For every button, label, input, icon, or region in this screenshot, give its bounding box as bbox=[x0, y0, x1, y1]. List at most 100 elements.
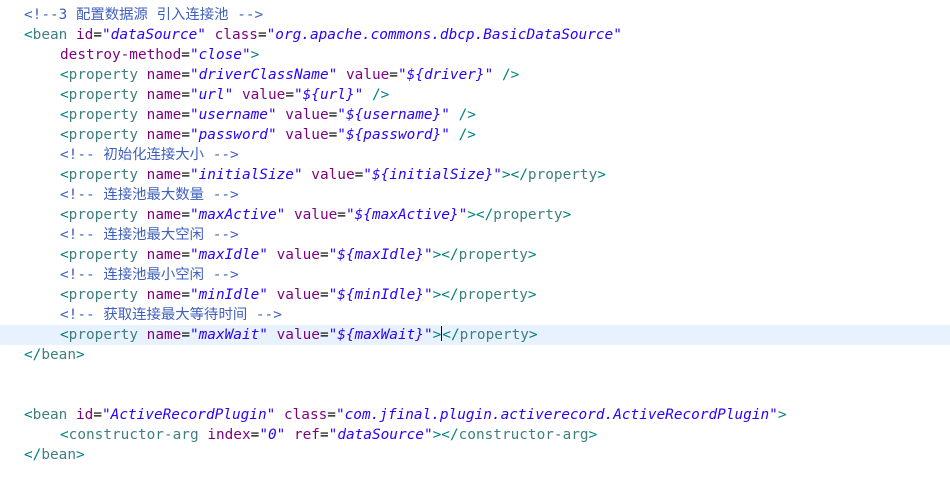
attr-name: value bbox=[285, 127, 329, 143]
tag-name: property bbox=[68, 167, 138, 183]
code-line-5: <property name="url" value="${url}" /> bbox=[60, 87, 390, 103]
attr-name: index bbox=[207, 427, 251, 443]
tag-bracket: < bbox=[60, 327, 69, 343]
attr-value: "com.jfinal.plugin.activerecord.ActiveRe… bbox=[335, 407, 778, 423]
xml-comment: <!-- 连接池最大数量 --> bbox=[60, 187, 239, 203]
attr-value: "${initialSize}" bbox=[363, 167, 502, 183]
tag-bracket: > bbox=[75, 347, 85, 363]
attr-name: name bbox=[146, 127, 182, 143]
xml-comment: <!-- 获取连接最大等待时间 --> bbox=[60, 307, 282, 323]
tag-name: property bbox=[68, 207, 138, 223]
attr-name: value bbox=[311, 167, 355, 183]
attr-value: "url" bbox=[189, 87, 234, 103]
tag-bracket: ></ bbox=[432, 427, 459, 443]
tag-bracket: > bbox=[777, 407, 787, 423]
tag-bracket: ></ bbox=[432, 247, 459, 263]
tag-bracket: < bbox=[60, 67, 69, 83]
attr-value: "username" bbox=[189, 107, 277, 123]
attr-value: "${maxActive}" bbox=[345, 207, 468, 223]
tag-bracket: > bbox=[597, 167, 606, 183]
tag-name: property bbox=[527, 167, 598, 183]
tag-name: bean bbox=[41, 347, 76, 363]
code-line-8: <!-- 初始化连接大小 --> bbox=[0, 145, 950, 165]
attr-value: "password" bbox=[189, 127, 277, 143]
attr-value: "close" bbox=[189, 47, 251, 63]
code-line-21: <bean id="ActiveRecordPlugin" class="com… bbox=[24, 407, 787, 423]
tag-bracket: /> bbox=[458, 107, 476, 123]
tag-name: constructor-arg bbox=[68, 427, 199, 443]
current-line-highlight: <property name="maxWait" value="${maxWai… bbox=[0, 325, 950, 345]
code-line-2: <bean id="dataSource" class="org.apache.… bbox=[24, 27, 622, 43]
attr-name: name bbox=[146, 287, 182, 303]
tag-name: property bbox=[68, 127, 138, 143]
attr-name: name bbox=[146, 107, 182, 123]
tag-bracket: ></ bbox=[432, 287, 459, 303]
tag-bracket: > bbox=[527, 287, 537, 303]
code-line-1: <!--3 配置数据源 引入连接池 --> bbox=[0, 5, 950, 25]
attr-value: "initialSize" bbox=[189, 167, 303, 183]
tag-bracket: </ bbox=[442, 327, 460, 343]
attr-name: value bbox=[276, 287, 320, 303]
attr-name: class bbox=[214, 27, 258, 43]
code-line-9: <property name="initialSize" value="${in… bbox=[60, 167, 606, 183]
attr-value: "org.apache.commons.dbcp.BasicDataSource… bbox=[266, 27, 622, 43]
tag-bracket: > bbox=[527, 247, 537, 263]
attr-name: name bbox=[146, 67, 182, 83]
tag-bracket: > bbox=[75, 447, 85, 463]
tag-name: constructor-arg bbox=[458, 427, 589, 443]
attr-name: value bbox=[241, 87, 286, 103]
attr-name: id bbox=[76, 407, 94, 423]
tag-bracket: < bbox=[60, 427, 69, 443]
tag-bracket: </ bbox=[24, 447, 42, 463]
tag-bracket: ></ bbox=[467, 207, 494, 223]
code-line-22: <constructor-arg index="0" ref="dataSour… bbox=[60, 427, 598, 443]
code-line-4: <property name="driverClassName" value="… bbox=[60, 67, 520, 83]
tag-bracket: < bbox=[60, 87, 69, 103]
tag-bracket: > bbox=[588, 427, 598, 443]
tag-bracket: < bbox=[60, 167, 69, 183]
attr-name: name bbox=[146, 167, 182, 183]
tag-name: bean bbox=[32, 407, 68, 423]
tag-name: property bbox=[458, 247, 528, 263]
tag-bracket: > bbox=[432, 327, 442, 343]
attr-name: name bbox=[146, 247, 182, 263]
code-line-23: </bean> bbox=[0, 445, 950, 465]
code-line-7: <property name="password" value="${passw… bbox=[60, 127, 476, 143]
tag-bracket: < bbox=[60, 207, 69, 223]
code-line-15: <property name="minIdle" value="${minIdl… bbox=[60, 287, 537, 303]
attr-name: value bbox=[276, 327, 320, 343]
code-line-10: <!-- 连接池最大数量 --> bbox=[0, 185, 950, 205]
attr-name: name bbox=[146, 207, 182, 223]
attr-name: ref bbox=[293, 427, 320, 443]
attr-name: id bbox=[76, 27, 94, 43]
tag-name: property bbox=[458, 287, 528, 303]
attr-value: "${driver}" bbox=[397, 67, 494, 83]
code-line-18: </bean> bbox=[0, 345, 950, 365]
tag-bracket: < bbox=[60, 127, 69, 143]
tag-bracket: < bbox=[60, 247, 69, 263]
code-line-14: <!-- 连接池最小空闲 --> bbox=[0, 265, 950, 285]
tag-name: property bbox=[68, 327, 138, 343]
attr-value: "ActiveRecordPlugin" bbox=[102, 407, 276, 423]
tag-bracket: /> bbox=[501, 67, 520, 83]
attr-value: "dataSource" bbox=[102, 27, 206, 43]
tag-bracket: /> bbox=[458, 127, 476, 143]
attr-name: destroy-method bbox=[60, 47, 182, 63]
attr-value: "0" bbox=[259, 427, 286, 443]
attr-name: value bbox=[345, 67, 390, 83]
tag-name: property bbox=[68, 67, 138, 83]
xml-comment: <!-- 连接池最大空闲 --> bbox=[60, 227, 239, 243]
tag-name: property bbox=[68, 247, 138, 263]
attr-value: "${url}" bbox=[293, 87, 364, 103]
tag-name: bean bbox=[32, 27, 68, 43]
code-editor[interactable]: <!--3 配置数据源 引入连接池 --> <bean id="dataSour… bbox=[0, 0, 950, 482]
tag-bracket: > bbox=[528, 327, 538, 343]
attr-value: "${maxIdle}" bbox=[328, 247, 433, 263]
code-line-16: <!-- 获取连接最大等待时间 --> bbox=[0, 305, 950, 325]
tag-bracket: < bbox=[24, 27, 33, 43]
code-line-12: <!-- 连接池最大空闲 --> bbox=[0, 225, 950, 245]
tag-name: bean bbox=[41, 447, 76, 463]
code-line-3: destroy-method="close"> bbox=[60, 47, 260, 63]
attr-name: class bbox=[283, 407, 328, 423]
tag-bracket: < bbox=[60, 107, 69, 123]
